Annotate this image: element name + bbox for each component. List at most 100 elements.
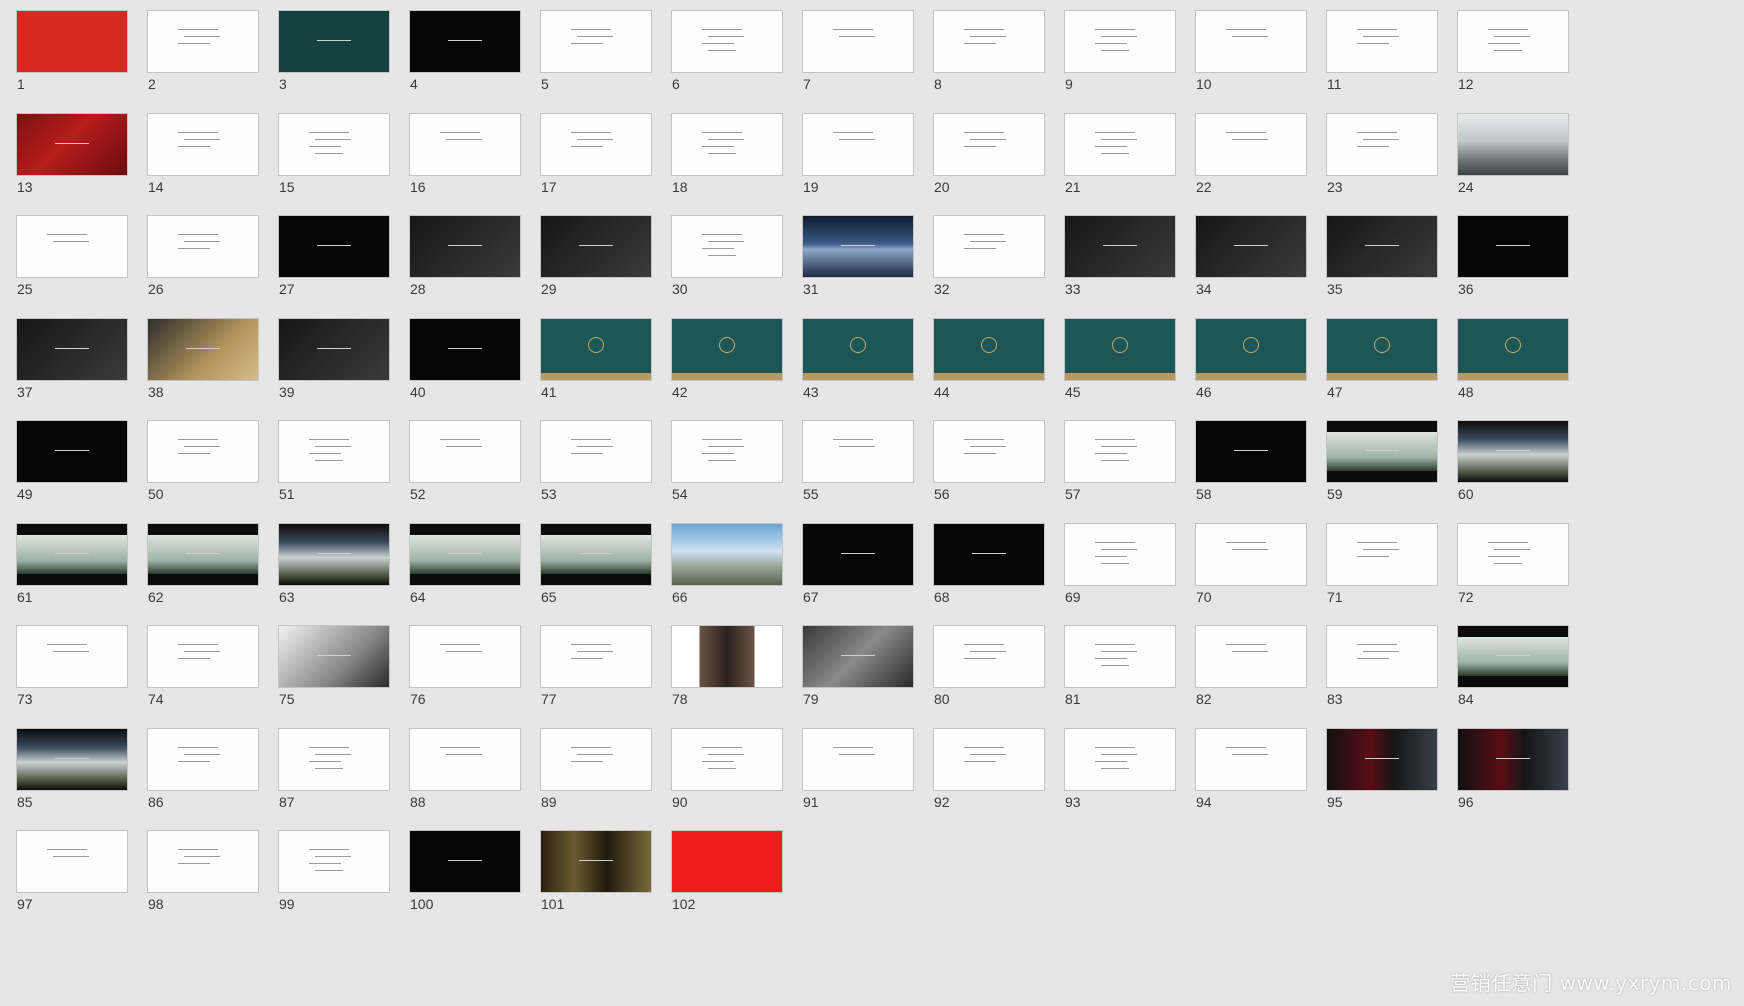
slide-thumbnail[interactable]: 56: [933, 420, 1045, 502]
slide-thumbnail[interactable]: 69: [1064, 522, 1176, 605]
slide-thumbnail[interactable]: 16: [409, 112, 521, 195]
slide-thumbnail[interactable]: 73: [16, 625, 128, 707]
slide-thumbnail[interactable]: 89: [540, 727, 652, 810]
slide-thumbnail[interactable]: 33: [1064, 215, 1176, 297]
slide-thumbnail[interactable]: 52: [409, 420, 521, 502]
slide-thumbnail[interactable]: 77: [540, 625, 652, 707]
slide-thumbnail[interactable]: 48: [1457, 317, 1569, 400]
slide-thumbnail[interactable]: 44: [933, 317, 1045, 400]
slide-thumbnail[interactable]: 92: [933, 727, 1045, 810]
slide-thumbnail[interactable]: 37: [16, 317, 128, 400]
slide-thumbnail[interactable]: 14: [147, 112, 259, 195]
slide-thumbnail[interactable]: 41: [540, 317, 652, 400]
slide-thumbnail[interactable]: 68: [933, 522, 1045, 605]
slide-thumbnail[interactable]: 7: [802, 10, 914, 92]
slide-thumbnail[interactable]: 29: [540, 215, 652, 297]
slide-thumbnail[interactable]: 10: [1195, 10, 1307, 92]
slide-thumbnail[interactable]: 101: [540, 830, 652, 912]
slide-thumbnail[interactable]: 6: [671, 10, 783, 92]
slide-thumbnail[interactable]: 63: [278, 522, 390, 605]
slide-thumbnail[interactable]: 43: [802, 317, 914, 400]
slide-thumbnail[interactable]: 66: [671, 522, 783, 605]
slide-thumbnail[interactable]: 22: [1195, 112, 1307, 195]
slide-thumbnail[interactable]: 79: [802, 625, 914, 707]
slide-thumbnail[interactable]: 35: [1326, 215, 1438, 297]
slide-thumbnail[interactable]: 32: [933, 215, 1045, 297]
slide-thumbnail[interactable]: 53: [540, 420, 652, 502]
slide-thumbnail[interactable]: 49: [16, 420, 128, 502]
slide-thumbnail[interactable]: 15: [278, 112, 390, 195]
slide-thumbnail[interactable]: 2: [147, 10, 259, 92]
slide-thumbnail[interactable]: 100: [409, 830, 521, 912]
slide-thumbnail[interactable]: 102: [671, 830, 783, 912]
slide-thumbnail[interactable]: 85: [16, 727, 128, 810]
slide-thumbnail[interactable]: 57: [1064, 420, 1176, 502]
slide-thumbnail[interactable]: 90: [671, 727, 783, 810]
slide-thumbnail[interactable]: 27: [278, 215, 390, 297]
slide-thumbnail[interactable]: 18: [671, 112, 783, 195]
slide-thumbnail[interactable]: 50: [147, 420, 259, 502]
slide-thumbnail[interactable]: 99: [278, 830, 390, 912]
slide-thumbnail[interactable]: 23: [1326, 112, 1438, 195]
slide-thumbnail[interactable]: 17: [540, 112, 652, 195]
slide-thumbnail[interactable]: 42: [671, 317, 783, 400]
slide-thumbnail[interactable]: 46: [1195, 317, 1307, 400]
slide-thumbnail[interactable]: 45: [1064, 317, 1176, 400]
slide-thumbnail[interactable]: 59: [1326, 420, 1438, 502]
slide-thumbnail[interactable]: 80: [933, 625, 1045, 707]
slide-thumbnail[interactable]: 24: [1457, 112, 1569, 195]
slide-thumbnail[interactable]: 75: [278, 625, 390, 707]
slide-thumbnail[interactable]: 98: [147, 830, 259, 912]
slide-thumbnail[interactable]: 93: [1064, 727, 1176, 810]
slide-thumbnail[interactable]: 76: [409, 625, 521, 707]
slide-thumbnail[interactable]: 91: [802, 727, 914, 810]
slide-thumbnail[interactable]: 84: [1457, 625, 1569, 707]
slide-thumbnail[interactable]: 47: [1326, 317, 1438, 400]
slide-thumbnail[interactable]: 21: [1064, 112, 1176, 195]
slide-thumbnail[interactable]: 60: [1457, 420, 1569, 502]
slide-thumbnail[interactable]: 97: [16, 830, 128, 912]
slide-thumbnail[interactable]: 95: [1326, 727, 1438, 810]
slide-thumbnail[interactable]: 61: [16, 522, 128, 605]
slide-thumbnail[interactable]: 74: [147, 625, 259, 707]
slide-thumbnail[interactable]: 55: [802, 420, 914, 502]
slide-thumbnail[interactable]: 25: [16, 215, 128, 297]
slide-thumbnail[interactable]: 34: [1195, 215, 1307, 297]
slide-thumbnail[interactable]: 58: [1195, 420, 1307, 502]
slide-thumbnail[interactable]: 13: [16, 112, 128, 195]
slide-thumbnail[interactable]: 38: [147, 317, 259, 400]
slide-thumbnail[interactable]: 54: [671, 420, 783, 502]
slide-thumbnail[interactable]: 12: [1457, 10, 1569, 92]
slide-thumbnail[interactable]: 81: [1064, 625, 1176, 707]
slide-thumbnail[interactable]: 83: [1326, 625, 1438, 707]
slide-thumbnail[interactable]: 39: [278, 317, 390, 400]
slide-thumbnail[interactable]: 86: [147, 727, 259, 810]
slide-thumbnail[interactable]: 9: [1064, 10, 1176, 92]
slide-thumbnail[interactable]: 4: [409, 10, 521, 92]
slide-thumbnail[interactable]: 88: [409, 727, 521, 810]
slide-thumbnail[interactable]: 1: [16, 10, 128, 92]
slide-thumbnail[interactable]: 19: [802, 112, 914, 195]
slide-thumbnail[interactable]: 71: [1326, 522, 1438, 605]
slide-thumbnail[interactable]: 67: [802, 522, 914, 605]
slide-thumbnail[interactable]: 72: [1457, 522, 1569, 605]
slide-thumbnail[interactable]: 36: [1457, 215, 1569, 297]
slide-thumbnail[interactable]: 65: [540, 522, 652, 605]
slide-thumbnail[interactable]: 28: [409, 215, 521, 297]
slide-thumbnail[interactable]: 70: [1195, 522, 1307, 605]
slide-thumbnail[interactable]: 87: [278, 727, 390, 810]
slide-thumbnail[interactable]: 26: [147, 215, 259, 297]
slide-thumbnail[interactable]: 31: [802, 215, 914, 297]
slide-thumbnail[interactable]: 62: [147, 522, 259, 605]
slide-thumbnail[interactable]: 78: [671, 625, 783, 707]
slide-thumbnail[interactable]: 20: [933, 112, 1045, 195]
slide-thumbnail[interactable]: 96: [1457, 727, 1569, 810]
slide-thumbnail[interactable]: 40: [409, 317, 521, 400]
slide-thumbnail[interactable]: 82: [1195, 625, 1307, 707]
slide-thumbnail[interactable]: 30: [671, 215, 783, 297]
slide-thumbnail[interactable]: 3: [278, 10, 390, 92]
slide-thumbnail[interactable]: 5: [540, 10, 652, 92]
slide-thumbnail[interactable]: 11: [1326, 10, 1438, 92]
slide-thumbnail[interactable]: 51: [278, 420, 390, 502]
slide-thumbnail[interactable]: 94: [1195, 727, 1307, 810]
